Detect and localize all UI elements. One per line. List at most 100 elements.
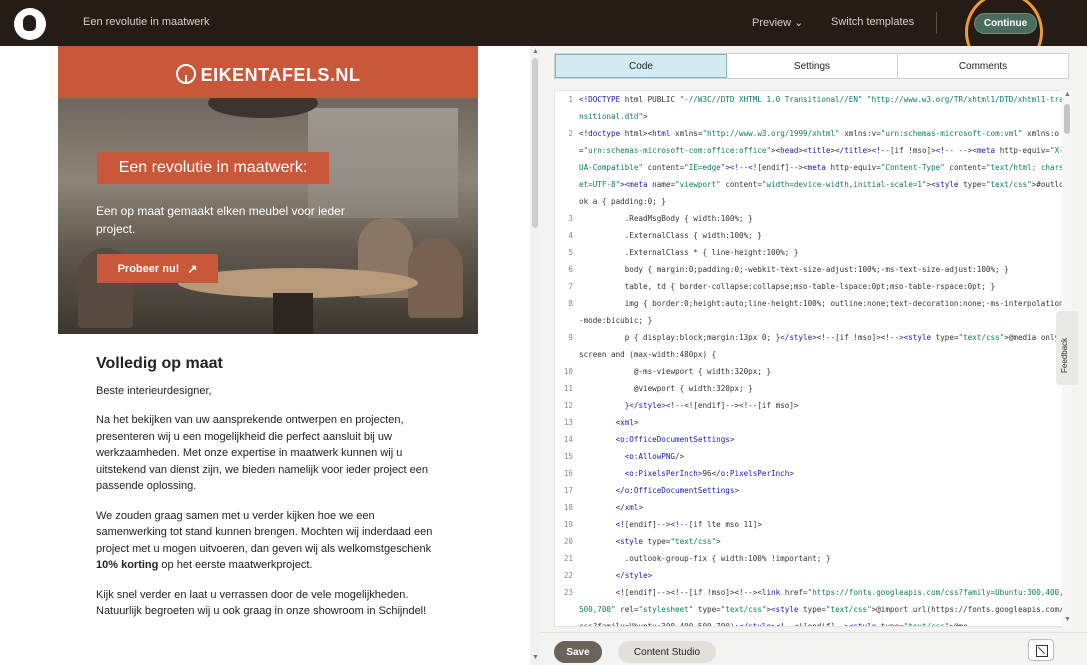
code-text: <o:OfficeDocumentSettings>	[615, 435, 735, 444]
preview-scrollbar[interactable]: ▲ ▼	[530, 46, 540, 665]
code-line[interactable]: 6 body { margin:0;padding:0;-webkit-text…	[555, 261, 1066, 278]
code-line[interactable]: 16 <o:PixelsPerInch>96</o:PixelsPerInch>	[555, 465, 1066, 482]
save-button[interactable]: Save	[554, 641, 602, 663]
line-number: 1	[568, 95, 573, 104]
code-line[interactable]: 11 @viewport { width:320px; }	[555, 380, 1066, 397]
code-line[interactable]: 9 p { display:block;margin:13px 0; }</st…	[555, 329, 1066, 363]
code-text: </style>	[615, 571, 653, 580]
body-heading: Volledig op maat	[96, 355, 223, 372]
code-line[interactable]: 14 <o:OfficeDocumentSettings>	[555, 431, 1066, 448]
brand-logo: EIKENTAFELS.NL	[58, 64, 478, 86]
tab-code[interactable]: Code	[555, 54, 727, 78]
line-number: 14	[563, 435, 573, 444]
greeting: Beste interieurdesigner,	[96, 384, 212, 397]
code-line[interactable]: 2 <!doctype html><html xmlns="http://www.…	[555, 125, 1066, 210]
try-now-button[interactable]: Probeer nu! ↗	[97, 254, 218, 283]
code-text: <![endif]--><!--[if !mso]><!--><link hre…	[579, 588, 1064, 627]
paragraph-1: Na het bekijken van uw aansprekende ontw…	[96, 414, 429, 492]
line-number: 15	[563, 452, 573, 461]
brand-name: EIKENTAFELS.NL	[200, 65, 361, 85]
line-number: 7	[568, 282, 573, 291]
code-line[interactable]: 22 </style>	[555, 567, 1066, 584]
content-studio-button[interactable]: Content Studio	[618, 641, 716, 663]
code-text: .ExternalClass * { line-height:100%; }	[579, 248, 799, 257]
line-number: 5	[568, 248, 573, 257]
code-text: p { display:block;margin:13px 0; }</styl…	[579, 333, 1060, 359]
code-text: }</style><!--<![endif]--><!--[if mso]>	[579, 401, 799, 410]
line-number: 4	[568, 231, 573, 240]
code-text: <o:PixelsPerInch>96</o:PixelsPerInch>	[624, 469, 794, 478]
paragraph-2: We zouden graag samen met u verder kijke…	[96, 508, 446, 574]
scroll-down-icon[interactable]: ▼	[532, 654, 539, 661]
code-line[interactable]: 10 @-ms-viewport { width:320px; }	[555, 363, 1066, 380]
line-number: 2	[568, 129, 573, 138]
scroll-thumb[interactable]	[532, 58, 538, 228]
hero-chair	[408, 238, 463, 318]
scroll-up-icon[interactable]: ▲	[532, 48, 539, 55]
hero-table-leg	[273, 293, 313, 334]
code-text: <!doctype html><html xmlns="http://www.w…	[579, 129, 1064, 206]
line-number: 13	[563, 418, 573, 427]
code-text: @-ms-viewport { width:320px; }	[579, 367, 772, 376]
switch-templates-link[interactable]: Switch templates	[831, 16, 914, 28]
code-line[interactable]: 13 <xml>	[555, 414, 1066, 431]
code-text: <o:AllowPNG/>	[624, 452, 685, 461]
code-line[interactable]: 5 .ExternalClass * { line-height:100%; }	[555, 244, 1066, 261]
scroll-up-icon[interactable]: ▲	[1064, 91, 1071, 98]
line-number: 10	[563, 367, 573, 376]
code-line[interactable]: 1 <!DOCTYPE html PUBLIC "-//W3C//DTD XHTM…	[555, 91, 1066, 125]
try-now-label: Probeer nu!	[117, 262, 180, 275]
code-line[interactable]: 23 <![endif]--><!--[if !mso]><!--><link …	[555, 584, 1066, 627]
code-text: <xml>	[615, 418, 639, 427]
campaign-title: Een revolutie in maatwerk	[83, 16, 210, 28]
code-line[interactable]: 18 </xml>	[555, 499, 1066, 516]
paragraph-3: Kijk snel verder en laat u verrassen doo…	[96, 588, 427, 618]
line-number: 22	[563, 571, 573, 580]
tab-comments[interactable]: Comments	[898, 54, 1068, 78]
paragraph-2-text: We zouden graag samen met u verder kijke…	[96, 509, 433, 555]
top-bar: Een revolutie in maatwerk Preview ⌄ Swit…	[0, 0, 1087, 72]
paragraph-2-end: op het eerste maatwerkproject.	[158, 559, 313, 571]
feedback-label: Feedback	[1060, 337, 1069, 373]
email-body: Volledig op maat Beste interieurdesigner…	[96, 355, 446, 633]
editor-panel: Code Settings Comments 1 <!DOCTYPE html P…	[540, 46, 1087, 665]
discount-highlight: 10% korting	[96, 559, 159, 571]
scroll-thumb[interactable]	[1064, 104, 1070, 134]
code-text: table, td { border-collapse:collapse;mso…	[579, 282, 996, 291]
code-line[interactable]: 3 .ReadMsgBody { width:100%; }	[555, 210, 1066, 227]
code-text: body { margin:0;padding:0;-webkit-text-s…	[579, 265, 1009, 274]
code-line[interactable]: 7 table, td { border-collapse:collapse;m…	[555, 278, 1066, 295]
tree-icon	[175, 64, 196, 84]
line-number: 20	[563, 537, 573, 546]
scroll-down-icon[interactable]: ▼	[1064, 616, 1071, 623]
continue-button[interactable]: Continue	[974, 13, 1037, 34]
code-line[interactable]: 8 img { border:0;height:auto;line-height…	[555, 295, 1066, 329]
code-line[interactable]: 21 .outlook-group-fix { width:100% !impo…	[555, 550, 1066, 567]
code-text: <style type="text/css">	[615, 537, 721, 546]
code-line[interactable]: 19 <![endif]--><!--[if lte mso 11]>	[555, 516, 1066, 533]
code-line[interactable]: 12 }</style><!--<![endif]--><!--[if mso]…	[555, 397, 1066, 414]
line-number: 23	[563, 588, 573, 597]
line-number: 21	[563, 554, 573, 563]
line-number: 16	[563, 469, 573, 478]
line-number: 11	[563, 384, 573, 393]
mailchimp-logo-icon[interactable]	[14, 8, 46, 40]
email-preview: EIKENTAFELS.NL Een revolutie in maatwerk…	[0, 46, 530, 665]
editor-tabs: Code Settings Comments	[554, 53, 1069, 79]
line-number: 19	[563, 520, 573, 529]
code-text: .ExternalClass { width:100%; }	[579, 231, 762, 240]
code-line[interactable]: 4 .ExternalClass { width:100%; }	[555, 227, 1066, 244]
code-editor[interactable]: 1 <!DOCTYPE html PUBLIC "-//W3C//DTD XHTM…	[554, 90, 1067, 627]
tab-settings[interactable]: Settings	[727, 54, 898, 78]
code-line[interactable]: 15 <o:AllowPNG/>	[555, 448, 1066, 465]
code-text: .outlook-group-fix { width:100% !importa…	[579, 554, 831, 563]
code-line[interactable]: 17 </o:OfficeDocumentSettings>	[555, 482, 1066, 499]
hero-lamp	[208, 98, 318, 118]
expand-icon[interactable]	[1028, 639, 1054, 661]
code-text: <![endif]--><!--[if lte mso 11]>	[615, 520, 762, 529]
line-number: 8	[568, 299, 573, 308]
line-number: 18	[563, 503, 573, 512]
feedback-tab[interactable]: Feedback	[1056, 311, 1078, 385]
preview-dropdown[interactable]: Preview ⌄	[752, 16, 803, 29]
code-line[interactable]: 20 <style type="text/css">	[555, 533, 1066, 550]
